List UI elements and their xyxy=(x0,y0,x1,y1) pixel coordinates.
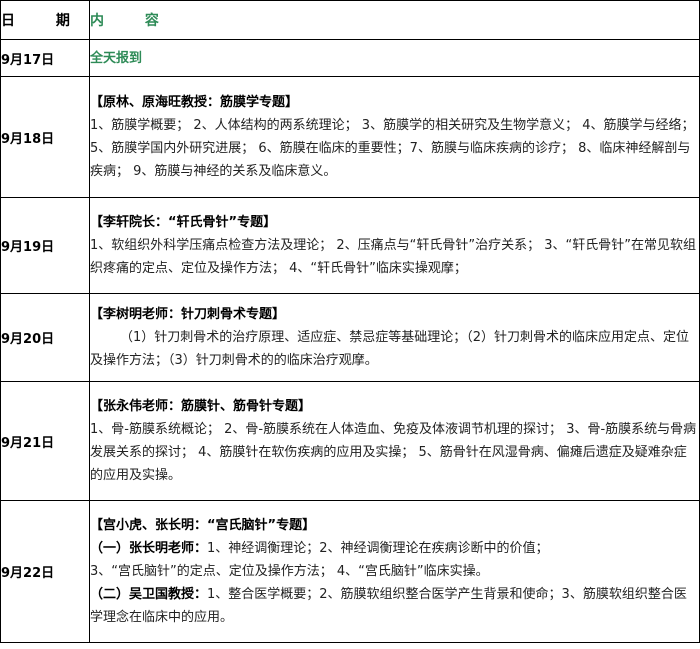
table-row: 9月21日 【张永伟老师：筋膜针、筋骨针专题】 1、骨-筋膜系统概论； 2、骨-… xyxy=(0,381,700,501)
table-row: 9月19日 【李轩院长：“轩氏骨针”专题】 1、软组织外科学压痛点检查方法及理论… xyxy=(0,197,700,294)
row-sub1-continued: 3、“宫氏脑针”的定点、定位及操作方法； 4、“宫氏脑针”临床实操。 xyxy=(90,564,489,579)
row-content: 【张永伟老师：筋膜针、筋骨针专题】 1、骨-筋膜系统概论； 2、骨-筋膜系统在人… xyxy=(89,381,700,501)
row-date: 9月17日 xyxy=(0,39,90,77)
sub1-title: （一）张长明老师： xyxy=(90,541,208,556)
sub1-body: 1、神经调衡理论；2、神经调衡理论在疾病诊断中的价值； xyxy=(207,541,549,556)
row-title: 【宫小虎、张长明：“宫氏脑针”专题】 xyxy=(90,518,316,533)
schedule-table: 日 期 内 容 9月17日 全天报到 9月18日 【原林、原海旺教授：筋膜学专题… xyxy=(0,0,700,643)
row-title: 【原林、原海旺教授：筋膜学专题】 xyxy=(90,95,299,110)
row-date: 9月18日 xyxy=(0,76,90,198)
row-body: 1、骨-筋膜系统概论； 2、骨-筋膜系统在人体造血、免疫及体液调节机理的探讨； … xyxy=(90,422,697,483)
row-date: 9月21日 xyxy=(0,381,90,501)
row-title: 【李轩院长：“轩氏骨针”专题】 xyxy=(90,215,277,230)
row-body: （1）针刀刺骨术的治疗原理、适应症、禁忌症等基础理论；（2）针刀刺骨术的临床应用… xyxy=(90,330,690,368)
row-date: 9月20日 xyxy=(0,293,90,382)
row-content: 【李轩院长：“轩氏骨针”专题】 1、软组织外科学压痛点检查方法及理论； 2、压痛… xyxy=(89,197,700,294)
table-row: 9月22日 【宫小虎、张长明：“宫氏脑针”专题】 （一）张长明老师：1、神经调衡… xyxy=(0,500,700,643)
row-date: 9月19日 xyxy=(0,197,90,294)
row-sub1: （一）张长明老师：1、神经调衡理论；2、神经调衡理论在疾病诊断中的价值； xyxy=(90,537,699,560)
table-row: 9月17日 全天报到 xyxy=(0,39,700,77)
header-content: 内 容 xyxy=(89,0,700,40)
row-sub2: （二）吴卫国教授：1、整合医学概要；2、筋膜软组织整合医学产生背景和使命；3、筋… xyxy=(90,583,699,629)
header-date: 日 期 xyxy=(0,0,90,40)
row-title: 全天报到 xyxy=(90,50,143,66)
table-row: 9月18日 【原林、原海旺教授：筋膜学专题】 1、筋膜学概要； 2、人体结构的两… xyxy=(0,76,700,198)
row-body: 1、筋膜学概要； 2、人体结构的两系统理论； 3、筋膜学的相关研究及生物学意义；… xyxy=(90,118,695,179)
sub2-title: （二）吴卫国教授： xyxy=(90,587,208,602)
row-content: 【宫小虎、张长明：“宫氏脑针”专题】 （一）张长明老师：1、神经调衡理论；2、神… xyxy=(89,500,700,643)
table-row: 9月20日 【李树明老师：针刀刺骨术专题】 （1）针刀刺骨术的治疗原理、适应症、… xyxy=(0,293,700,382)
row-date: 9月22日 xyxy=(0,500,90,643)
row-body: 1、软组织外科学压痛点检查方法及理论； 2、压痛点与“轩氏骨针”治疗关系； 3、… xyxy=(90,238,697,276)
row-content: 【原林、原海旺教授：筋膜学专题】 1、筋膜学概要； 2、人体结构的两系统理论； … xyxy=(89,76,700,198)
row-content: 【李树明老师：针刀刺骨术专题】 （1）针刀刺骨术的治疗原理、适应症、禁忌症等基础… xyxy=(89,293,700,382)
row-title: 【李树明老师：针刀刺骨术专题】 xyxy=(90,307,286,322)
row-title: 【张永伟老师：筋膜针、筋骨针专题】 xyxy=(90,399,312,414)
row-content: 全天报到 xyxy=(89,39,700,77)
table-header-row: 日 期 内 容 xyxy=(0,0,700,40)
